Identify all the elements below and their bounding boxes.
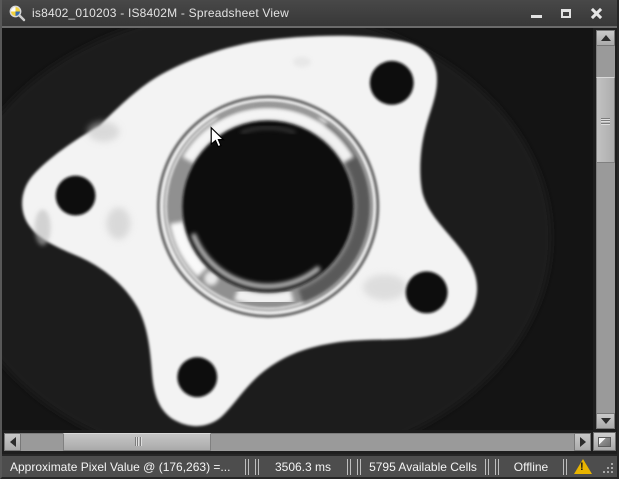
status-connection: Offline — [502, 458, 560, 475]
horizontal-scrollbar-row — [2, 430, 617, 454]
status-separator — [495, 459, 499, 475]
image-fit-button[interactable] — [593, 432, 616, 451]
vertical-scrollbar[interactable] — [596, 30, 615, 429]
available-cells-text: 5795 Available Cells — [369, 460, 477, 474]
vertical-scrollbar-area — [593, 28, 617, 430]
maximize-icon — [561, 9, 571, 18]
minimize-icon — [531, 15, 542, 18]
horizontal-scroll-track[interactable] — [21, 433, 574, 451]
window-body — [2, 28, 617, 430]
vertical-scroll-thumb[interactable] — [596, 77, 615, 163]
spreadsheet-view-window: is8402_010203 - IS8402M - Spreadsheet Vi… — [0, 0, 619, 479]
scroll-right-button[interactable] — [574, 433, 591, 451]
window-title: is8402_010203 - IS8402M - Spreadsheet Vi… — [32, 6, 289, 20]
acquisition-time-text: 3506.3 ms — [275, 460, 331, 474]
status-separator — [485, 459, 489, 475]
thumb-grip-icon — [601, 120, 610, 121]
flange-center-ring — [158, 97, 377, 316]
status-available-cells: 5795 Available Cells — [364, 458, 482, 475]
left-arrow-icon — [10, 437, 16, 447]
status-warning[interactable] — [570, 459, 596, 474]
horizontal-scrollbar[interactable] — [4, 433, 591, 451]
pixel-value-text: Approximate Pixel Value @ (176,263) =... — [10, 460, 230, 474]
scroll-down-button[interactable] — [596, 413, 615, 429]
thumb-grip-icon — [137, 437, 138, 446]
up-arrow-icon — [601, 35, 611, 41]
image-viewport[interactable] — [2, 28, 593, 430]
status-bar: Approximate Pixel Value @ (176,263) =...… — [2, 454, 617, 477]
status-pixel-value: Approximate Pixel Value @ (176,263) =... — [4, 458, 242, 475]
scroll-left-button[interactable] — [4, 433, 21, 451]
status-separator — [563, 459, 567, 475]
connection-status-text: Offline — [514, 460, 548, 474]
status-separator — [255, 459, 259, 475]
window-controls — [521, 1, 611, 25]
maximize-button[interactable] — [551, 1, 581, 25]
camera-image-flange — [2, 28, 593, 430]
title-bar[interactable]: is8402_010203 - IS8402M - Spreadsheet Vi… — [2, 0, 617, 28]
status-separator — [357, 459, 361, 475]
image-fit-icon — [598, 437, 611, 447]
close-button[interactable] — [581, 1, 611, 25]
status-acquisition-time: 3506.3 ms — [262, 458, 344, 475]
status-separator — [347, 459, 351, 475]
vertical-scroll-track[interactable] — [596, 46, 615, 413]
insight-magnifier-icon — [8, 4, 26, 22]
scroll-up-button[interactable] — [596, 30, 615, 46]
status-separator — [245, 459, 249, 475]
minimize-button[interactable] — [521, 1, 551, 25]
close-icon — [591, 8, 602, 19]
down-arrow-icon — [601, 418, 611, 424]
flange-bore — [182, 121, 354, 293]
warning-triangle-icon — [574, 459, 592, 474]
resize-grip[interactable] — [611, 471, 613, 473]
horizontal-scroll-thumb[interactable] — [63, 433, 211, 451]
right-arrow-icon — [580, 437, 586, 447]
